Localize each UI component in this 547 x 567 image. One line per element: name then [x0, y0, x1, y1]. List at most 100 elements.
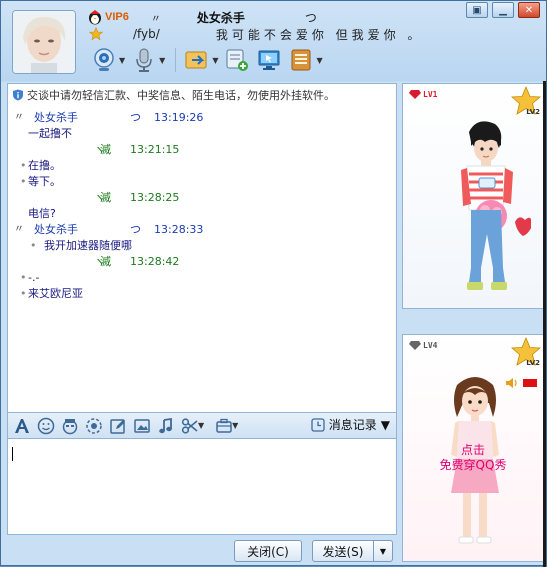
app-box-button[interactable]: ▼: [288, 45, 323, 75]
briefcase-icon: [216, 418, 232, 433]
create-discussion-button[interactable]: [224, 45, 250, 75]
signature-row: /fyb/ 我可能不会爱你 但我爱你 。: [89, 25, 423, 43]
chat-toolbar: ▼ ▼ ▼ ▼: [91, 43, 329, 77]
sender-name[interactable]: 处女杀手: [34, 110, 78, 126]
message-time: 13:28:25: [130, 191, 180, 204]
music-button[interactable]: [156, 416, 176, 436]
message-header: ヽ 滅 13:21:15: [8, 142, 396, 158]
message-text: 一起撸不: [28, 127, 72, 140]
scissors-icon: [181, 417, 198, 434]
chat-history[interactable]: 交谈中请勿轻信汇款、中奖信息、陌生电话，勿使用外挂软件。 〃 处女杀手 つ 13…: [7, 83, 397, 413]
message-body: 电信?: [8, 206, 396, 222]
vip-level-label: VIP6: [105, 11, 129, 23]
message-text: -.-: [28, 271, 40, 284]
chevron-down-icon[interactable]: ▼: [232, 421, 238, 430]
message-mark: 〃: [14, 112, 24, 123]
emoji-button[interactable]: [36, 416, 56, 436]
clock-icon: [311, 417, 325, 432]
send-image-button[interactable]: [132, 416, 152, 436]
window-controls: ▣ ▁ ✕: [462, 2, 540, 18]
sender-name[interactable]: 处女杀手: [34, 222, 78, 238]
remote-desktop-button[interactable]: [256, 45, 282, 75]
text-caret: [12, 447, 13, 461]
signature-code: /fyb/: [133, 27, 160, 41]
chat-window: ▣ ▁ ✕ VIP6 〃 处女杀手 つ /fyb/ 我可能不会爱你 但我爱你 。…: [0, 0, 547, 567]
file-transfer-button[interactable]: ▼: [184, 45, 218, 75]
doodle-button[interactable]: [108, 416, 128, 436]
music-note-icon: [159, 417, 172, 433]
message-text: 等下。: [28, 175, 61, 188]
message-body: 一起撸不: [8, 126, 396, 142]
message-bullet: •: [30, 239, 37, 252]
security-notice-text: 交谈中请勿轻信汇款、中奖信息、陌生电话，勿使用外挂软件。: [27, 89, 335, 102]
toolkit-button[interactable]: [214, 416, 234, 436]
voice-call-button[interactable]: ▼: [131, 45, 165, 75]
window-shake-button[interactable]: [84, 416, 104, 436]
my-qq-show[interactable]: LV4 LV2 点击 免费穿QQ秀: [402, 334, 544, 562]
font-button[interactable]: [12, 416, 32, 436]
smiley-icon: [37, 417, 55, 434]
message-body: • -.-: [8, 270, 396, 286]
sender-suffix: つ: [130, 223, 141, 236]
message-time: 13:28:33: [154, 223, 204, 236]
send-options-button[interactable]: ▼: [373, 540, 393, 562]
contact-nickname[interactable]: 处女杀手: [197, 9, 245, 26]
nickname-suffix: つ: [304, 10, 317, 25]
video-call-button[interactable]: ▼: [91, 45, 125, 75]
window-edge: [543, 81, 546, 567]
message-header: 〃 处女杀手 つ 13:28:33: [8, 222, 396, 238]
message-time: 13:28:42: [130, 255, 180, 268]
remote-desktop-icon: [258, 50, 280, 70]
nickname-prefix: 〃: [150, 13, 161, 25]
pencil-edit-icon: [110, 418, 125, 434]
minimize-icon[interactable]: ▁: [492, 2, 514, 18]
message-header: ヽ 滅 13:28:25: [8, 190, 396, 206]
magic-face-icon: [62, 418, 78, 434]
personal-signature: 我可能不会爱你 但我爱你 。: [215, 27, 424, 42]
restore-icon[interactable]: ▣: [466, 2, 488, 18]
message-time: 13:19:26: [154, 111, 204, 124]
send-button[interactable]: 发送(S): [312, 540, 374, 562]
message-bullet: •: [20, 159, 27, 172]
message-time: 13:21:15: [130, 143, 180, 156]
close-icon[interactable]: ✕: [518, 2, 540, 18]
promo-line-2[interactable]: 免费穿QQ秀: [403, 456, 543, 473]
sender-suffix: つ: [130, 111, 141, 124]
screenshot-button[interactable]: [180, 416, 200, 436]
sender-name[interactable]: 滅: [100, 254, 111, 270]
message-list: 〃 处女杀手 つ 13:19:26 一起撸不 ヽ 滅 13:21:15 • 在撸…: [8, 110, 396, 302]
image-icon: [134, 418, 150, 433]
close-button[interactable]: 关闭(C): [234, 540, 302, 562]
message-body: • 在撸。: [8, 158, 396, 174]
vip-penguin-icon: [89, 10, 101, 25]
sender-name[interactable]: 滅: [100, 190, 111, 206]
message-text: 在撸。: [28, 159, 61, 172]
contact-avatar[interactable]: [12, 10, 76, 74]
star-level: LV2: [526, 359, 540, 367]
message-history-button[interactable]: 消息记录 ▼: [311, 416, 390, 433]
star-level-badge: LV2: [510, 85, 542, 116]
format-toolbar: ▼ ▼ 消息记录 ▼: [7, 413, 397, 439]
message-header: 〃 处女杀手 つ 13:19:26: [8, 110, 396, 126]
diamond-icon: [409, 341, 421, 350]
message-header: ヽ 滅 13:28:42: [8, 254, 396, 270]
message-body: • 等下。: [8, 174, 396, 190]
webcam-icon: [94, 48, 114, 71]
contact-name-row: VIP6 〃 处女杀手 つ: [87, 7, 317, 27]
message-bullet: •: [20, 271, 27, 284]
star-level: LV2: [526, 108, 540, 116]
chevron-down-icon[interactable]: ▼: [198, 421, 204, 430]
font-icon: [15, 418, 29, 433]
show-level: LV4: [423, 341, 438, 350]
show-level: LV1: [423, 90, 438, 99]
message-bullet: •: [20, 175, 27, 188]
show-level-badge: LV4: [409, 341, 437, 350]
message-input[interactable]: [7, 439, 397, 535]
sender-name[interactable]: 滅: [100, 142, 111, 158]
magic-emoji-button[interactable]: [60, 416, 80, 436]
message-body: • 我开加速器随便哪: [8, 238, 396, 254]
message-body: • 来艾欧尼亚: [8, 286, 396, 302]
message-history-label: 消息记录: [328, 418, 377, 432]
contact-qq-show[interactable]: LV1 LV2: [402, 83, 544, 309]
create-discussion-icon: [226, 49, 249, 71]
